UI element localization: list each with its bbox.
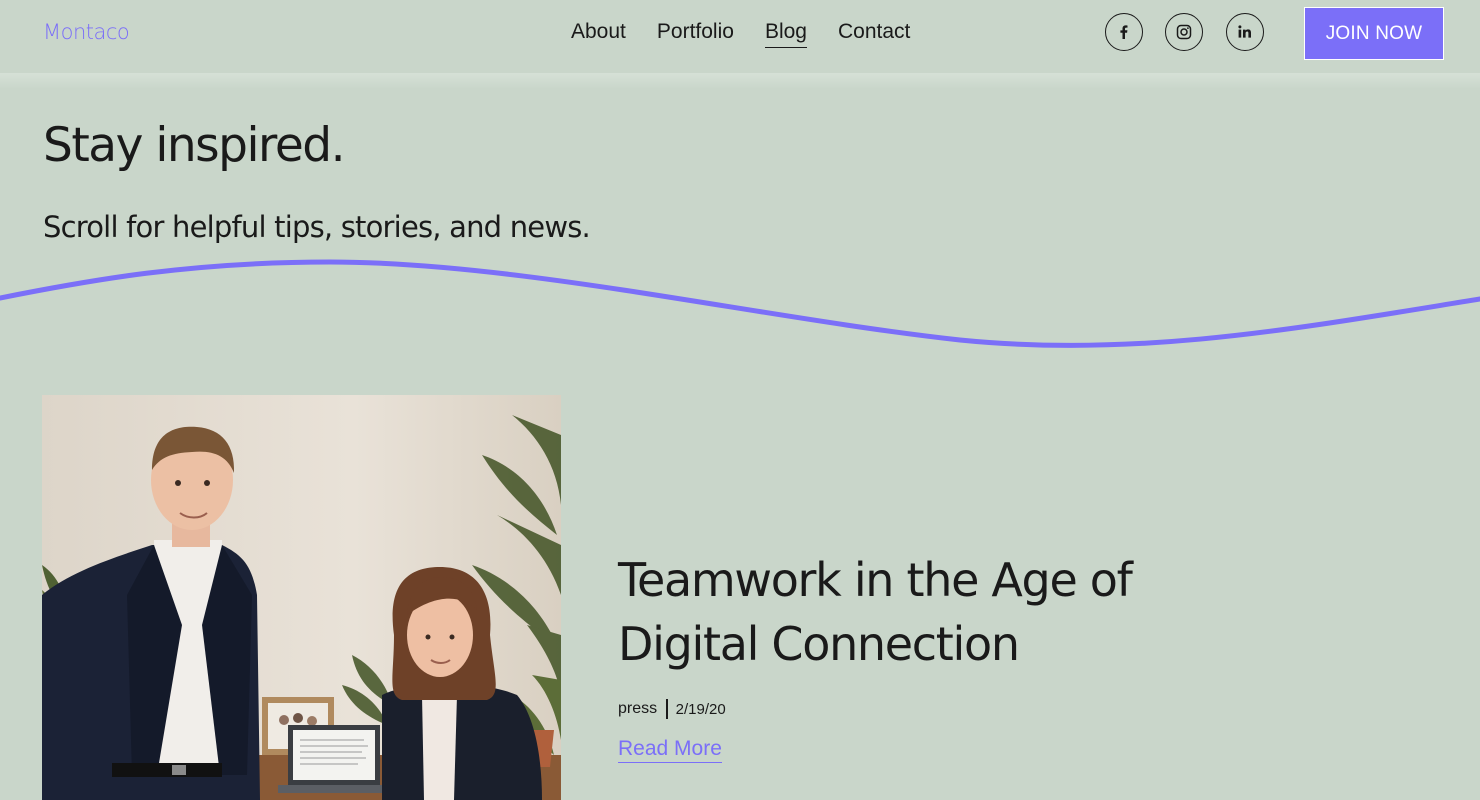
nav-link-portfolio[interactable]: Portfolio	[657, 20, 734, 48]
site-header: Montaco About Portfolio Blog Contact JOI…	[0, 0, 1480, 73]
page-subtitle: Scroll for helpful tips, stories, and ne…	[43, 210, 591, 244]
linkedin-link[interactable]	[1226, 13, 1264, 51]
decorative-wave	[0, 259, 1480, 348]
post-featured-image[interactable]	[42, 395, 561, 800]
meta-divider	[666, 699, 668, 719]
nav-link-blog[interactable]: Blog	[764, 20, 807, 48]
read-more-link[interactable]: Read More	[618, 737, 722, 763]
facebook-icon	[1116, 24, 1132, 40]
post-meta: press 2/19/20	[618, 699, 726, 719]
post-category[interactable]: press	[618, 700, 657, 718]
facebook-link[interactable]	[1105, 13, 1143, 51]
instagram-link[interactable]	[1165, 13, 1203, 51]
nav-link-contact[interactable]: Contact	[838, 20, 910, 48]
team-photo-image	[42, 395, 561, 800]
main-nav: About Portfolio Blog Contact	[571, 20, 910, 48]
linkedin-icon	[1237, 24, 1253, 40]
nav-link-about[interactable]: About	[571, 20, 626, 48]
instagram-icon	[1176, 24, 1192, 40]
site-logo[interactable]: Montaco	[43, 20, 130, 44]
post-title[interactable]: Teamwork in the Age of Digital Connectio…	[618, 548, 1218, 676]
join-now-button[interactable]: JOIN NOW	[1304, 7, 1444, 60]
header-divider	[0, 73, 1480, 89]
page-title: Stay inspired.	[43, 118, 346, 173]
post-date: 2/19/20	[675, 700, 726, 718]
